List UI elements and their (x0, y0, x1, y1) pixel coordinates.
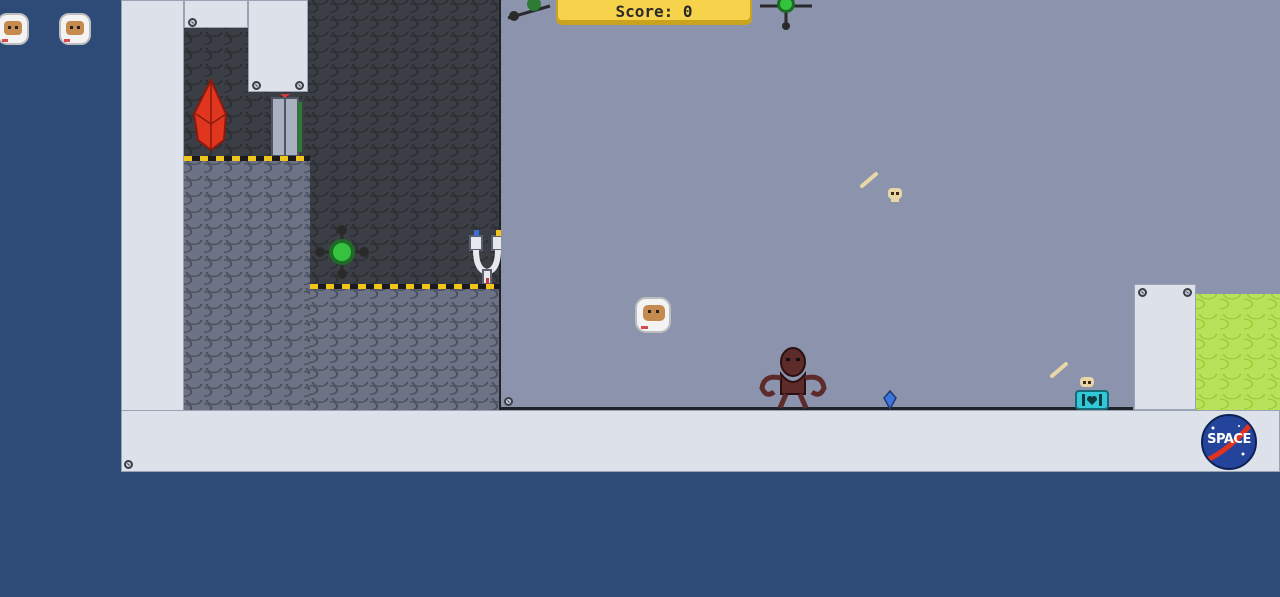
right-pillar (1134, 284, 1196, 410)
life-astronaut-icon (0, 13, 29, 45)
bolt-icon (188, 18, 197, 27)
skull-icon (888, 188, 902, 202)
bone-icon (860, 172, 878, 188)
player-astronaut-icon (635, 297, 671, 333)
shaft-lower-background (184, 160, 310, 410)
green-acid-pool (1196, 294, 1280, 410)
score-display: Score: 0 (556, 0, 752, 22)
hazard-ledge (310, 284, 500, 289)
green-node-icon (315, 225, 369, 279)
bolt-icon (295, 81, 304, 90)
hazard-ledge (184, 156, 310, 161)
bone-icon (1050, 362, 1068, 378)
middle-shaft-lower-background (310, 286, 500, 410)
tentacle-monster-enemy-icon (759, 347, 827, 409)
bolt-icon (124, 460, 133, 469)
bolt-icon (1183, 288, 1192, 297)
life-astronaut-icon (59, 13, 91, 45)
logo-text: SPACE (1207, 432, 1251, 447)
space-logo: SPACE (1201, 414, 1257, 470)
left-wall (121, 0, 184, 472)
drone-icon (507, 0, 551, 21)
lives-indicator (0, 8, 100, 52)
floor-wall (121, 410, 1280, 472)
door-icon[interactable] (270, 92, 304, 158)
heart-chest-icon[interactable] (1075, 390, 1109, 410)
bolt-icon (1138, 288, 1147, 297)
drone-icon (760, 0, 812, 30)
blue-crystal-icon (883, 390, 897, 410)
bolt-icon (252, 81, 261, 90)
shaft-top-plate (184, 0, 248, 28)
red-crystal-hazard-icon (192, 78, 228, 152)
shaft-upper-block (248, 0, 308, 92)
bolt-icon (504, 397, 513, 406)
